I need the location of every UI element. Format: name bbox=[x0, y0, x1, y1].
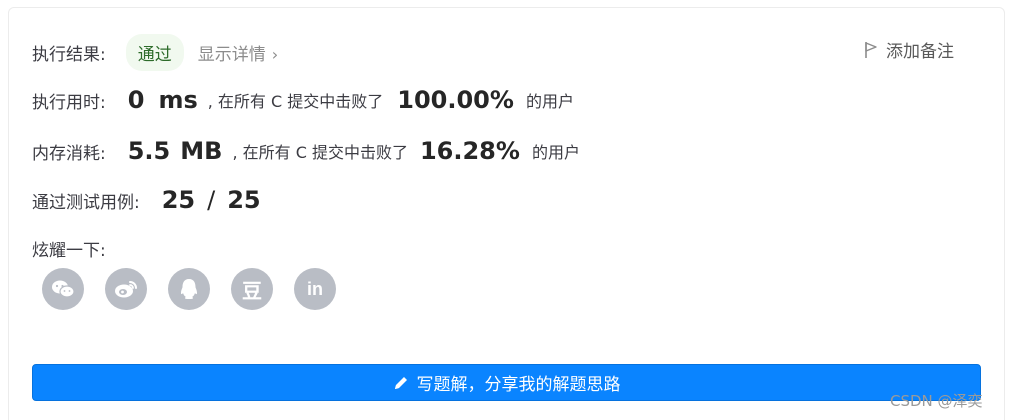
weibo-icon bbox=[115, 281, 137, 298]
flag-icon bbox=[865, 41, 877, 58]
memory-percent: 16.28% bbox=[419, 137, 520, 165]
runtime-label: 执行用时: bbox=[32, 92, 106, 113]
result-label: 执行结果: bbox=[32, 45, 106, 65]
share-douban-button[interactable]: 豆 bbox=[231, 268, 273, 310]
wechat-icon bbox=[52, 280, 75, 298]
memory-unit: MB bbox=[180, 137, 223, 165]
qq-icon bbox=[181, 279, 197, 299]
result-row: 执行结果: 通过 显示详情 › bbox=[32, 34, 278, 71]
tests-label: 通过测试用例: bbox=[32, 192, 140, 213]
memory-beat-text: , 在所有 C 提交中击败了 bbox=[232, 143, 408, 162]
runtime-suffix: 的用户 bbox=[525, 92, 574, 111]
tests-separator: / bbox=[207, 186, 216, 214]
runtime-percent: 100.00% bbox=[397, 86, 514, 114]
share-row-label: 炫耀一下: bbox=[32, 236, 106, 261]
douban-icon: 豆 bbox=[242, 278, 262, 303]
share-buttons: 豆 in bbox=[42, 268, 336, 310]
memory-suffix: 的用户 bbox=[531, 143, 580, 162]
share-linkedin-button[interactable]: in bbox=[294, 268, 336, 310]
show-details-link[interactable]: 显示详情 › bbox=[198, 40, 278, 65]
show-details-label: 显示详情 bbox=[197, 45, 266, 65]
runtime-value: 0 bbox=[127, 86, 145, 114]
csdn-watermark: CSDN @泽奕 bbox=[890, 392, 983, 410]
runtime-unit: ms bbox=[158, 86, 198, 114]
add-note-label: 添加备注 bbox=[886, 42, 954, 62]
linkedin-icon: in bbox=[307, 278, 323, 299]
runtime-beat-text: , 在所有 C 提交中击败了 bbox=[207, 92, 384, 111]
pencil-icon bbox=[394, 376, 407, 389]
memory-label: 内存消耗: bbox=[32, 143, 106, 164]
write-solution-button[interactable]: 写题解，分享我的解题思路 bbox=[32, 364, 981, 401]
memory-value: 5.5 bbox=[127, 137, 171, 165]
write-solution-label: 写题解，分享我的解题思路 bbox=[416, 375, 621, 395]
share-qq-button[interactable] bbox=[168, 268, 210, 310]
status-badge: 通过 bbox=[125, 34, 184, 71]
add-note-button[interactable]: 添加备注 bbox=[864, 37, 954, 62]
share-wechat-button[interactable] bbox=[42, 268, 84, 310]
chevron-right-icon: › bbox=[271, 45, 279, 64]
tests-total: 25 bbox=[227, 186, 261, 214]
runtime-row: 执行用时: 0 ms , 在所有 C 提交中击败了 100.00% 的用户 bbox=[32, 86, 574, 114]
memory-row: 内存消耗: 5.5 MB , 在所有 C 提交中击败了 16.28% 的用户 bbox=[32, 137, 580, 165]
share-label: 炫耀一下: bbox=[32, 241, 106, 261]
tests-row: 通过测试用例: 25 / 25 bbox=[32, 186, 261, 214]
share-weibo-button[interactable] bbox=[105, 268, 147, 310]
tests-passed: 25 bbox=[161, 186, 196, 214]
